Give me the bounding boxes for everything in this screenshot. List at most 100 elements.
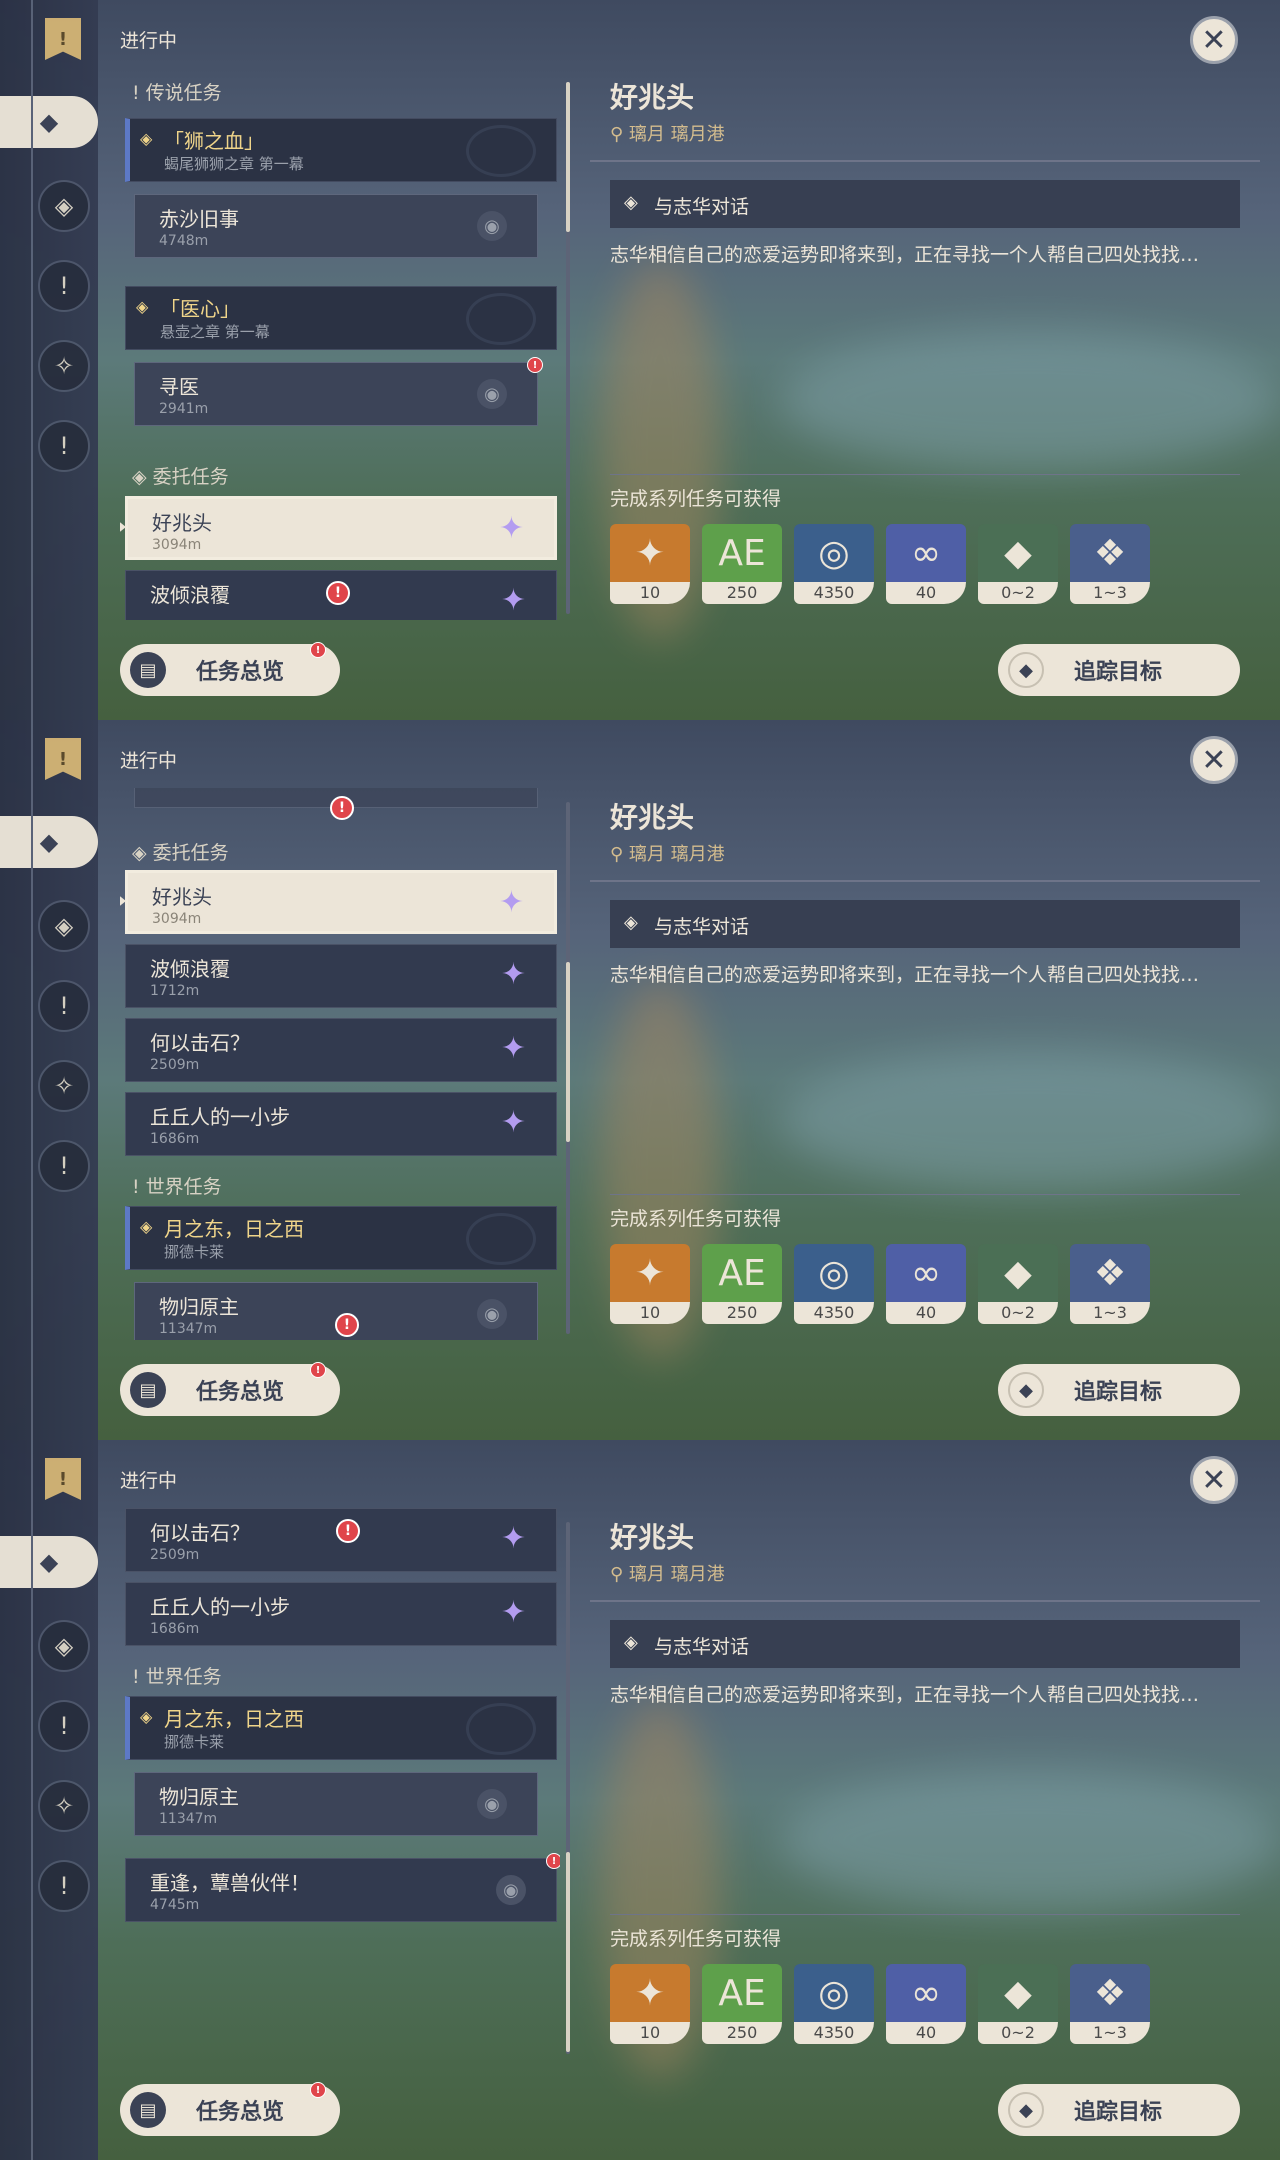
world-quest[interactable]: ◈ 月之东，日之西 挪德卡莱 (125, 1696, 557, 1760)
quest-description: 志华相信自己的恋爱运势即将来到，正在寻找一个人帮自己四处找找… (610, 1684, 1200, 1706)
commission-icon: ✦ (500, 1521, 526, 1556)
quest-item[interactable]: 丘丘人的一小步 1686m ✦ (125, 1582, 557, 1646)
track-button[interactable]: ◆ 追踪目标 (998, 644, 1240, 696)
mora-icon: ◎ (794, 1244, 874, 1302)
reward-companionship[interactable]: ∞ 40 (886, 1964, 966, 2044)
quest-list[interactable]: ! ◈ 委托任务 好兆头 3094m ✦ 波倾浪覆 1712m ✦ 何以击石？ 250… (120, 788, 560, 1340)
book-icon: ▤ (130, 2092, 166, 2128)
crystal-chunk-icon: ◆ (978, 1244, 1058, 1302)
reward-crystal-cluster[interactable]: ❖ 1~3 (1070, 524, 1150, 604)
story-quest-icon[interactable]: ! (38, 260, 90, 312)
close-button[interactable]: ✕ (1190, 16, 1238, 64)
quest-item[interactable]: 物归原主 11347m ◉ ! (134, 1282, 538, 1340)
close-button[interactable]: ✕ (1190, 736, 1238, 784)
quest-title: 好兆头 (610, 81, 695, 114)
diamond-icon: ◈ (140, 1707, 153, 1726)
quest-list[interactable]: ! 传说任务 ◈ 「狮之血」 蝎尾狮狮之章 第一幕 赤沙旧事 4748m ◉ ◈… (120, 68, 560, 620)
archon-quest-icon[interactable]: ◈ (38, 180, 90, 232)
archon-quest-icon[interactable]: ◈ (38, 900, 90, 952)
side-rail: ! ◆ ◈ ! ✧ ! (0, 720, 98, 1440)
objective-row: ◈ 与志华对话 (610, 900, 1240, 948)
book-icon: ▤ (130, 652, 166, 688)
reward-primogem[interactable]: ✦ 10 (610, 524, 690, 604)
reward-crystal-chunk[interactable]: ◆ 0~2 (978, 1964, 1058, 2044)
scrollbar[interactable] (566, 1522, 570, 2054)
world-quest[interactable]: ◈ 月之东，日之西 挪德卡莱 (125, 1206, 557, 1270)
quest-item[interactable]: 重逢，蕈兽伙伴！ 4745m ◉ ! (125, 1853, 560, 1922)
reward-adventure-exp[interactable]: AE 250 (702, 1244, 782, 1324)
rewards-title: 完成系列任务可获得 (610, 488, 782, 510)
all-quests-icon[interactable]: ◆ (0, 1536, 98, 1588)
legend-quest-1[interactable]: ◈ 「狮之血」 蝎尾狮狮之章 第一幕 (125, 118, 557, 182)
quest-item[interactable]: 何以击石？ 2509m ✦ (125, 1018, 557, 1082)
quest-overview-button[interactable]: ▤ 任务总览 ! (120, 1362, 340, 1416)
reward-mora[interactable]: ◎ 4350 (794, 1964, 874, 2044)
objective-row: ◈ 与志华对话 (610, 1620, 1240, 1668)
quest-item[interactable]: 波倾浪覆 ! ✦ (125, 570, 557, 620)
quest-banner-icon[interactable]: ! (45, 738, 81, 780)
adventure-exp-icon: AE (702, 524, 782, 582)
reward-crystal-chunk[interactable]: ◆ 0~2 (978, 1244, 1058, 1324)
quest-banner-icon[interactable]: ! (45, 18, 81, 60)
legend-quest-2[interactable]: ◈ 「医心」 悬壶之章 第一幕 (125, 286, 557, 350)
reward-adventure-exp[interactable]: AE 250 (702, 1964, 782, 2044)
track-button[interactable]: ◆ 追踪目标 (998, 1364, 1240, 1416)
scrollbar[interactable] (566, 82, 570, 614)
commission-quest-icon[interactable]: ✧ (38, 1060, 90, 1112)
world-quest-icon[interactable]: ! (38, 420, 90, 472)
quest-item[interactable]: 丘丘人的一小步 1686m ✦ (125, 1092, 557, 1156)
side-rail: ! ◆ ◈ ! ✧ ! (0, 1440, 98, 2160)
location-pin-icon[interactable]: ◉ (477, 379, 507, 409)
screen-2: ! ◆ ◈ ! ✧ ! 进行中 ✕ ! ◈ 委托任务 好兆头 3094m ✦ 波… (0, 720, 1280, 1440)
story-quest-icon[interactable]: ! (38, 1700, 90, 1752)
reward-primogem[interactable]: ✦ 10 (610, 1244, 690, 1324)
all-quests-icon[interactable]: ◆ (0, 96, 98, 148)
reward-crystal-cluster[interactable]: ❖ 1~3 (1070, 1964, 1150, 2044)
commission-icon: ✦ (500, 583, 526, 618)
section-commission: ◈ 委托任务 (132, 842, 229, 864)
reward-mora[interactable]: ◎ 4350 (794, 1244, 874, 1324)
commission-quest-icon[interactable]: ✧ (38, 1780, 90, 1832)
location-pin-icon[interactable]: ◉ (477, 211, 507, 241)
world-quest-icon[interactable]: ! (38, 1860, 90, 1912)
all-quests-icon[interactable]: ◆ (0, 816, 98, 868)
diamond-icon: ◈ (140, 129, 153, 148)
mora-icon: ◎ (794, 524, 874, 582)
quest-item[interactable]: 物归原主 11347m ◉ (134, 1772, 538, 1836)
quest-list[interactable]: 何以击石？ 2509m ! ✦ 丘丘人的一小步 1686m ✦ ! 世界任务 ◈ 月之… (120, 1508, 560, 2060)
quest-item-selected[interactable]: 好兆头 3094m ✦ (120, 870, 557, 934)
primogem-icon: ✦ (610, 1964, 690, 2022)
reward-companionship[interactable]: ∞ 40 (886, 1244, 966, 1324)
quest-item-selected[interactable]: 好兆头 3094m ✦ (120, 496, 557, 560)
reward-mora[interactable]: ◎ 4350 (794, 524, 874, 604)
alert-icon: ! (335, 1313, 359, 1337)
archon-quest-icon[interactable]: ◈ (38, 1620, 90, 1672)
alert-icon: ! (336, 1519, 360, 1543)
world-quest-icon[interactable]: ! (38, 1140, 90, 1192)
diamond-icon: ◈ (140, 1217, 153, 1236)
quest-title: 好兆头 (610, 801, 695, 834)
reward-primogem[interactable]: ✦ 10 (610, 1964, 690, 2044)
quest-item[interactable]: 波倾浪覆 1712m ✦ (125, 944, 557, 1008)
quest-item[interactable]: 何以击石？ 2509m ! ✦ (125, 1508, 557, 1572)
quest-location: ⚲ 璃月 璃月港 (610, 844, 725, 865)
quest-overview-button[interactable]: ▤ 任务总览 ! (120, 2082, 340, 2136)
commission-quest-icon[interactable]: ✧ (38, 340, 90, 392)
scrollbar[interactable] (566, 802, 570, 1334)
quest-item[interactable]: 赤沙旧事 4748m ◉ (134, 194, 538, 258)
alert-icon: ! (310, 642, 326, 658)
quest-item[interactable]: 寻医 2941m ◉ ! (134, 357, 543, 426)
reward-companionship[interactable]: ∞ 40 (886, 524, 966, 604)
companionship-exp-icon: ∞ (886, 524, 966, 582)
story-quest-icon[interactable]: ! (38, 980, 90, 1032)
close-button[interactable]: ✕ (1190, 1456, 1238, 1504)
reward-crystal-cluster[interactable]: ❖ 1~3 (1070, 1244, 1150, 1324)
rewards-title: 完成系列任务可获得 (610, 1208, 782, 1230)
track-button[interactable]: ◆ 追踪目标 (998, 2084, 1240, 2136)
screen-3: ! ◆ ◈ ! ✧ ! 进行中 ✕ 何以击石？ 2509m ! ✦ 丘丘人的一小步… (0, 1440, 1280, 2160)
quest-banner-icon[interactable]: ! (45, 1458, 81, 1500)
reward-adventure-exp[interactable]: AE 250 (702, 524, 782, 604)
alert-icon: ! (326, 581, 350, 605)
quest-overview-button[interactable]: ▤ 任务总览 ! (120, 642, 340, 696)
reward-crystal-chunk[interactable]: ◆ 0~2 (978, 524, 1058, 604)
